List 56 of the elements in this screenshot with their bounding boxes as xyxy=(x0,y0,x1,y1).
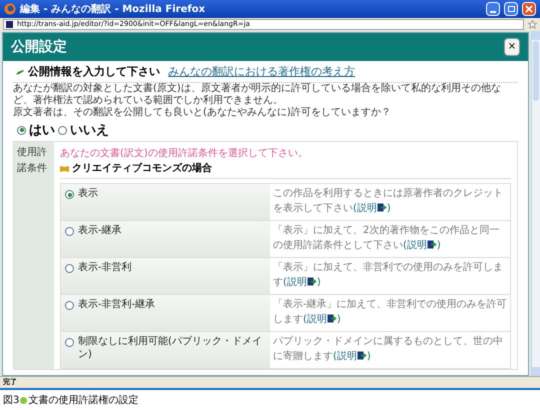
answer-label: いいえ xyxy=(70,122,109,140)
instruction-text: あなたの文書(訳文)の使用許諾条件を選択して下さい。 xyxy=(60,146,309,161)
radio-button[interactable] xyxy=(58,126,67,135)
option-label: 表示-非営利 xyxy=(78,261,132,274)
document-arrow-icon xyxy=(306,277,317,286)
option-description: 「表示」に加えて、非営利での使用のみを許可します(説明 ) xyxy=(272,260,504,290)
option-description: 「表示-継承」に加えて、非営利での使用のみを許可します(説明 ) xyxy=(272,298,508,327)
radio-button[interactable] xyxy=(65,190,74,199)
close-button[interactable]: × xyxy=(504,38,520,56)
radio-button[interactable] xyxy=(65,227,74,236)
option-label: 表示-非営利-継承 xyxy=(78,298,156,311)
radio-button[interactable] xyxy=(65,264,74,273)
option-cell[interactable]: 表示 xyxy=(61,184,270,220)
option-label: 表示-継承 xyxy=(78,224,122,237)
document-arrow-icon xyxy=(376,203,387,212)
option-cell[interactable]: 表示-非営利 xyxy=(61,258,270,294)
star-icon[interactable] xyxy=(528,20,537,29)
close-button[interactable] xyxy=(522,2,536,16)
browser-logo-icon xyxy=(4,3,16,15)
option-cell[interactable]: 表示-継承 xyxy=(61,221,270,257)
pencil-icon xyxy=(16,70,24,75)
caption-text: 文書の使用許諾権の設定 xyxy=(28,394,138,408)
site-icon xyxy=(6,21,13,28)
description-text: あなたが翻訳の対象とした文書(原文)は、原文著者が明示的に許可している場合を除いて私的な利用その他など、著作権法で認められている範囲でしか利用できません。 xyxy=(13,82,502,106)
document-arrow-icon xyxy=(356,351,367,360)
explanation-link[interactable]: (説明 ) xyxy=(333,351,371,362)
option-description: 「表示」に加えて、2次的著作物をこの作品と同一の使用許諾条件として下さい(説明 ) xyxy=(272,224,500,253)
explanation-link[interactable]: (説明 ) xyxy=(403,240,441,251)
window-title: 編集 - みんなの翻訳 - Mozilla Firefox xyxy=(20,2,206,16)
explanation-link[interactable]: (説明 ) xyxy=(303,314,341,325)
license-label: 使用許諾条件 xyxy=(17,146,48,176)
section-heading: 公開情報を入力して下さい xyxy=(28,64,160,80)
explanation-link[interactable]: (説明 ) xyxy=(283,277,321,288)
option-cell[interactable]: 表示-非営利-継承 xyxy=(61,295,270,331)
option-description: この作品を利用するときには原著作者のクレジットを表示して下さい(説明 ) xyxy=(272,186,504,216)
answer-label: はい xyxy=(29,122,55,140)
scroll-thumb[interactable] xyxy=(533,41,539,101)
radio-button[interactable] xyxy=(17,126,26,135)
option-label: 制限なしに利用可能(パブリック・ドメイン) xyxy=(78,335,263,361)
radio-button[interactable] xyxy=(65,338,74,347)
copyright-link[interactable]: みんなの翻訳における著作権の考え方 xyxy=(168,64,355,80)
document-arrow-icon xyxy=(426,240,437,249)
restore-button[interactable] xyxy=(504,2,518,16)
group-heading: クリエイティブコモンズの場合 xyxy=(72,162,212,176)
document-arrow-icon xyxy=(326,314,337,323)
description-text: 原文著者は、その翻訳を公開しても良いと(あなたやみんなに)許可をしていますか？ xyxy=(13,106,392,118)
figure-number: 図3 xyxy=(3,394,20,408)
option-description: パブリック・ドメインに属するものとして、世の中に寄贈します(説明 ) xyxy=(272,334,504,364)
explanation-link[interactable]: (説明 ) xyxy=(353,203,391,214)
minimize-button[interactable] xyxy=(486,2,500,16)
dialog-title: 公開設定 xyxy=(11,38,67,56)
radio-button[interactable] xyxy=(65,301,74,310)
option-cell[interactable]: 制限なしに利用可能(パブリック・ドメイン) xyxy=(61,332,270,368)
close-icon xyxy=(525,5,533,13)
bullet-icon xyxy=(20,396,28,404)
option-label: 表示 xyxy=(78,187,98,200)
